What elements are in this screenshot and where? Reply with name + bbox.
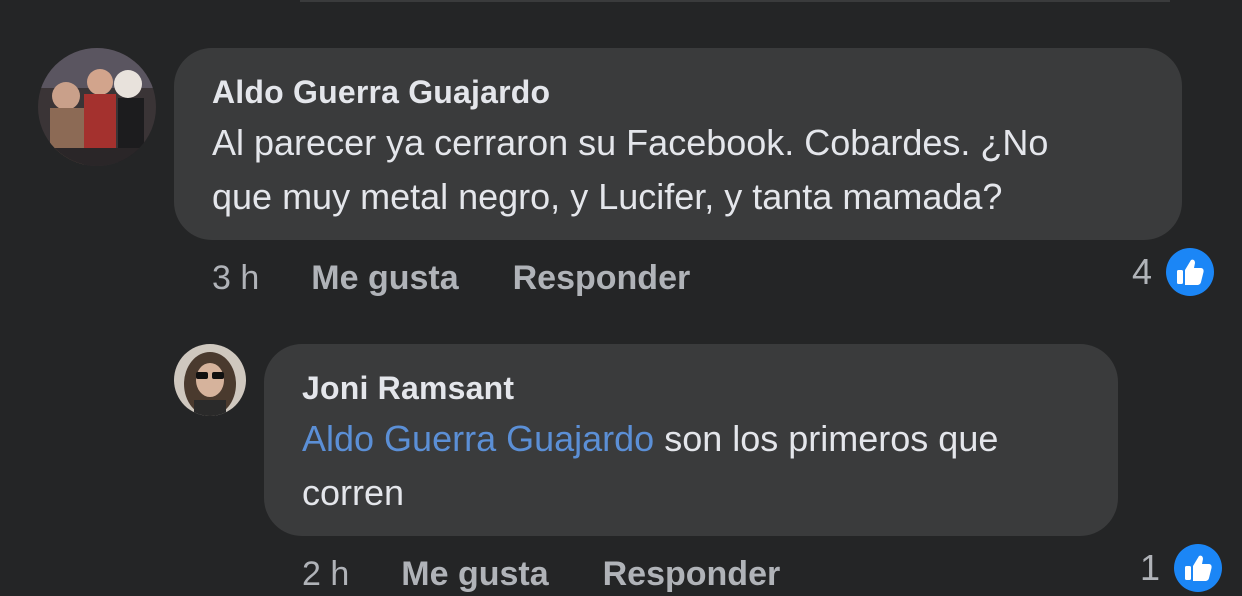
comment-bubble: Aldo Guerra Guajardo Al parecer ya cerra… — [174, 48, 1182, 240]
comment-text-segment: son los primeros que — [654, 418, 999, 459]
comment-actions: 2 h Me gusta Responder — [302, 552, 780, 596]
comment-text: Aldo Guerra Guajardo son los primeros qu… — [302, 412, 1080, 520]
comment-text-line: Aldo Guerra Guajardo son los primeros qu… — [302, 412, 1080, 466]
avatar-image — [38, 48, 156, 166]
divider — [300, 0, 1170, 2]
comment-text-line: corren — [302, 472, 405, 513]
reaction-count: 1 — [1140, 547, 1161, 588]
comment-text-line: Al parecer ya cerraron su Facebook. Coba… — [212, 122, 1049, 163]
avatar[interactable] — [38, 48, 156, 166]
reaction-count: 4 — [1132, 251, 1153, 292]
reply-button[interactable]: Responder — [513, 259, 691, 298]
comment-timestamp[interactable]: 3 h — [212, 259, 259, 298]
reaction-summary[interactable]: 4 — [1132, 248, 1215, 296]
avatar[interactable] — [174, 344, 246, 416]
like-icon — [1166, 248, 1215, 296]
comment-text-line: que muy metal negro, y Lucifer, y tanta … — [212, 176, 1003, 217]
like-icon — [1174, 544, 1223, 592]
comment-author[interactable]: Joni Ramsant — [302, 368, 1080, 408]
comment-author[interactable]: Aldo Guerra Guajardo — [212, 72, 1144, 112]
comment-actions: 3 h Me gusta Responder — [212, 256, 690, 300]
reaction-summary[interactable]: 1 — [1140, 544, 1223, 592]
comment-timestamp[interactable]: 2 h — [302, 555, 349, 594]
like-button[interactable]: Me gusta — [311, 259, 458, 298]
reply-button[interactable]: Responder — [603, 555, 781, 594]
mention-link[interactable]: Aldo Guerra Guajardo — [302, 418, 654, 459]
comment-bubble: Joni Ramsant Aldo Guerra Guajardo son lo… — [264, 344, 1118, 536]
avatar-image — [174, 344, 246, 416]
comment-text: Al parecer ya cerraron su Facebook. Coba… — [212, 116, 1144, 224]
like-button[interactable]: Me gusta — [401, 555, 548, 594]
comment-thread: Aldo Guerra Guajardo Al parecer ya cerra… — [0, 0, 1242, 596]
